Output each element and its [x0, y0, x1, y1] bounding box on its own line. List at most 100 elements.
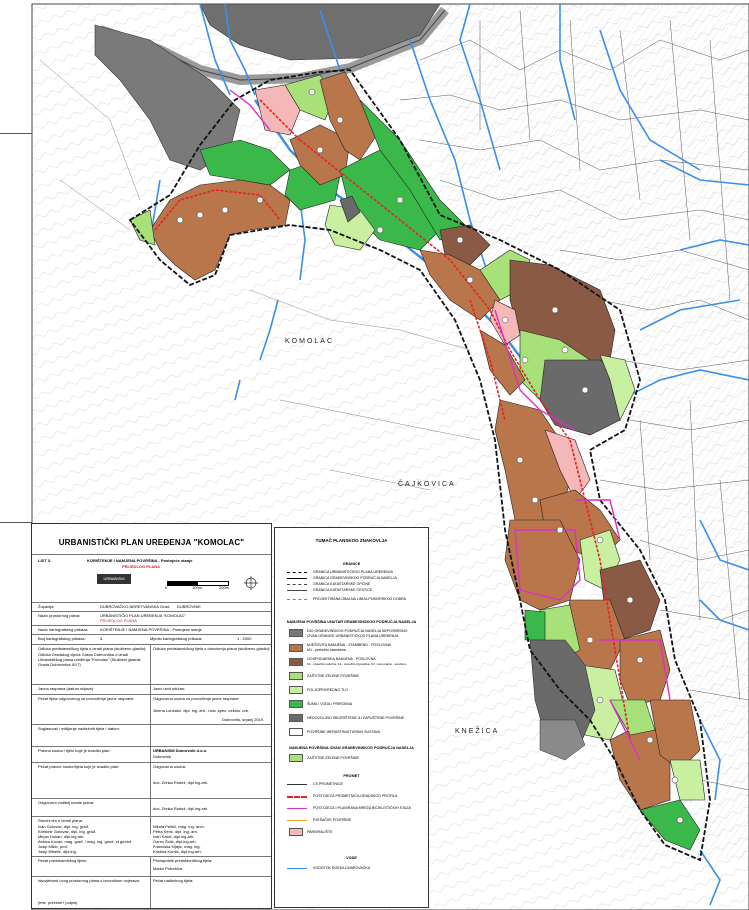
legend-promet-item: CS PROMETNICE — [313, 782, 343, 786]
izradjivac-label: Pravna osoba / tijelo koje je izradilo p… — [38, 748, 111, 753]
legend-swatch-forest — [289, 700, 303, 708]
frame-tick-top — [0, 133, 32, 134]
label-knezica: KNEŽICA — [455, 728, 500, 735]
scale-tick-100: 100m — [192, 585, 203, 590]
frame-tick-bottom — [0, 522, 32, 523]
izradjivac-city: Dubrovnik — [153, 754, 172, 759]
ime-potpis-label: (ime, prezime i potpis) — [38, 900, 78, 905]
row-broj-label: Broj kartografskog prikaza: — [38, 636, 86, 641]
legend-item-sub: M1 - pretežito stambena — [307, 648, 346, 652]
scale-tick-200: 200m — [219, 585, 230, 590]
sheet-number: LIST 3. — [38, 558, 52, 563]
row-grad-value: DUBROVNIK — [177, 604, 201, 609]
odgovorna-osoba-ime: Jelena Lončarić, dipl. ing. arh., univ. … — [153, 708, 250, 713]
voditelj-ime: doc. Zrinka Rudež, dipl.ing.arh. — [153, 806, 209, 811]
row-zupanija-label: Županija: — [38, 604, 55, 609]
odgovorna-osoba2-label: Odgovorna osoba: — [153, 764, 186, 769]
legend-line-pedestrian — [287, 820, 307, 824]
legend-swatch-business — [289, 658, 303, 666]
legend-swatch-outside — [289, 629, 303, 637]
javni-uvid-label: Javni uvid održan: — [153, 686, 186, 691]
legend-promet-item: PARKIRALIŠTE — [307, 830, 333, 834]
legend-swatch-grey — [289, 714, 303, 722]
odluka-label: Odluka predstavničkog tijela o izradi pl… — [38, 646, 147, 651]
tim-member: Josip Mihelić, dipl.ing. — [38, 849, 77, 854]
legend-promet-header: PROMET — [343, 774, 360, 778]
legend-line-ko — [287, 584, 307, 588]
legend-line-bike — [287, 808, 307, 812]
legend-swatch-residential — [289, 644, 303, 652]
row-mjerilo-label: Mjerilo kartografskog prikaza: — [150, 636, 203, 641]
legend-note: IZVAN GRANICE URBANISTIČKOG PLANA UREĐEN… — [307, 634, 399, 638]
legend-item: POLJOPRIVREDNO TLO — [307, 688, 349, 692]
row-plan-status: PRIJEDLOG PLANA — [100, 618, 137, 623]
row-plan-label: Naziv prostornog plana: — [38, 613, 81, 618]
legend-note: DIO GRAĐEVINSKOG PODRUČJA NASELJA NEPOSR… — [307, 629, 408, 633]
legend-swatch-izvan-green — [289, 754, 303, 762]
javna-rasprava-label: Javna rasprava (datum objave): — [38, 686, 95, 691]
legend-item: ZAŠTITNE ZELENE POVRŠINE — [307, 756, 359, 760]
legend: TUMAČ PLANSKOG ZNAKOVLJA GRANICE GRANICA… — [274, 527, 429, 908]
row-grad-label: Grad: — [160, 604, 171, 609]
legend-item: ŠUMA / VODA / PRIRODNA — [307, 702, 353, 706]
legend-item: POVRŠINE INFRASTRUKTURNIH SUSTAVA — [307, 730, 381, 734]
odluka-text: Odluka Gradskog vijeća Grada Dubrovnika … — [38, 652, 141, 667]
suglasnost-label: Suglasnost / mišljenje nadležnih tijela … — [38, 726, 120, 731]
legend-item-sub: K1 - pretežito uslužna, K2 - pretežito t… — [307, 662, 406, 666]
legend-line-kc — [287, 590, 307, 594]
parcel-hatch-north — [440, 4, 749, 304]
label-cajkovica: ČAJKOVICA — [398, 481, 456, 488]
legend-item: ZAŠTITNE ZELENE POVRŠINE — [307, 674, 359, 678]
legend-granice-item: GRANICA URBANISTIČKOG PLANA UREĐENJA — [313, 570, 393, 574]
legend-swatch-green — [289, 672, 303, 680]
sheet-name: KORIŠTENJE I NAMJENA POVRŠINA - Postojeć… — [87, 558, 193, 563]
legend-voda-header: VODE — [346, 856, 357, 860]
legend-item: MJEŠOVITA NAMJENA - STAMBENO - POSLOVNA — [307, 643, 391, 647]
row-prikaz-label: Naziv kartografskog prikaza: — [38, 627, 89, 632]
odgovorna-osoba2-ime: doc. Zrinka Rudež, dipl.ing.arh. — [153, 780, 209, 785]
legend-item: NEDOVOLJNO ISKORIŠTENE ILI ZAPUŠTENE POV… — [307, 716, 405, 720]
legend-swatch-parking — [289, 828, 303, 836]
scale-tick-0: 0 — [165, 585, 168, 590]
predsjednik-label: Predsjednik predstavničkog tijela: — [153, 858, 213, 863]
title-block: URBANISTIČKI PLAN UREĐENJA "KOMOLAC" LIS… — [31, 523, 272, 909]
voditelj-label: Odgovorni voditelj izrade plana: — [38, 800, 95, 805]
pecat-nadleznog-label: Pečat nadležnog tijela: — [153, 878, 194, 883]
istovjetnost-label: Istovjetnost ovog prostornog plana s izv… — [38, 878, 140, 883]
legend-promet-item: PJEŠAČKE POVRŠINE — [313, 818, 352, 822]
label-komolac: KOMOLAC — [285, 338, 335, 345]
legend-swatch-agri — [289, 686, 303, 694]
plan-title: URBANISTIČKI PLAN UREĐENJA "KOMOLAC" — [58, 538, 245, 547]
legend-line-gp — [287, 578, 307, 582]
legend-izvan-header: NAMJENA POVRŠINA IZVAN GRAĐEVINSKOG PODR… — [289, 746, 414, 750]
tim-label: Stručni tim u izradi plana: — [38, 818, 83, 823]
izradjivac-name: URBANISM Dubrovnik d.o.o. — [153, 748, 208, 753]
legend-item: GOSPODARSKA NAMJENA - POSLOVNA — [307, 657, 376, 661]
legend-line-water — [287, 868, 307, 872]
legend-line-plan-boundary — [287, 572, 307, 576]
tim-member: Kristina Kordić, dipl.ing.arh. — [153, 849, 202, 854]
legend-granice-header: GRANICE — [342, 562, 361, 566]
legend-header: TUMAČ PLANSKOG ZNAKOVLJA — [315, 538, 388, 543]
row-mjerilo-value: 1 : 2000 — [237, 636, 252, 641]
legend-line-road — [287, 796, 307, 801]
row-zupanija-value: DUBROVAČKO-NERETVANSKA — [100, 604, 159, 609]
odluka-right-label: Odluka predstavničkog tijela o donošenju… — [153, 646, 271, 651]
legend-namjena-header: NAMJENA POVRŠINA UNUTAR GRAĐEVINSKOG POD… — [286, 620, 417, 624]
legend-line-coast — [287, 599, 307, 603]
sheet-status: PRIJEDLOG PLANA — [122, 564, 161, 569]
north-arrow-icon — [244, 576, 258, 590]
pecat-gradskog-label: Pečat predstavničkog tijela: — [38, 858, 87, 863]
legend-line-cs — [287, 784, 307, 788]
legend-granice-item: PROJEKTIRANA OBALNA LINIJA POMORSKOG DOB… — [313, 597, 407, 601]
legend-voda-item: VODOTOK RIJEKA DUBROVAČKA — [313, 866, 371, 870]
legend-promet-item: POSTOJEĆA PROMETNICA GRADSKOG PROFILA — [313, 794, 398, 798]
company-logo: URBANISM — [97, 574, 131, 584]
pecat-tijela-label: Pečat tijela odgovornog za provođenje ja… — [38, 696, 135, 701]
row-broj-value: 3. — [100, 636, 104, 641]
legend-swatch-infra — [289, 728, 303, 736]
pecat-izradjivaca-label: Pečat pravne osobe/tijela koje je izradi… — [38, 764, 120, 769]
predsjednik-ime: Marko Potrebica — [153, 866, 183, 871]
row-prikaz-value: KORIŠTENJE I NAMJENA POVRŠINA - Postojeć… — [100, 627, 202, 632]
legend-granice-item: GRANICA GRAĐEVINSKOG PODRUČJA NASELJA — [313, 576, 397, 580]
